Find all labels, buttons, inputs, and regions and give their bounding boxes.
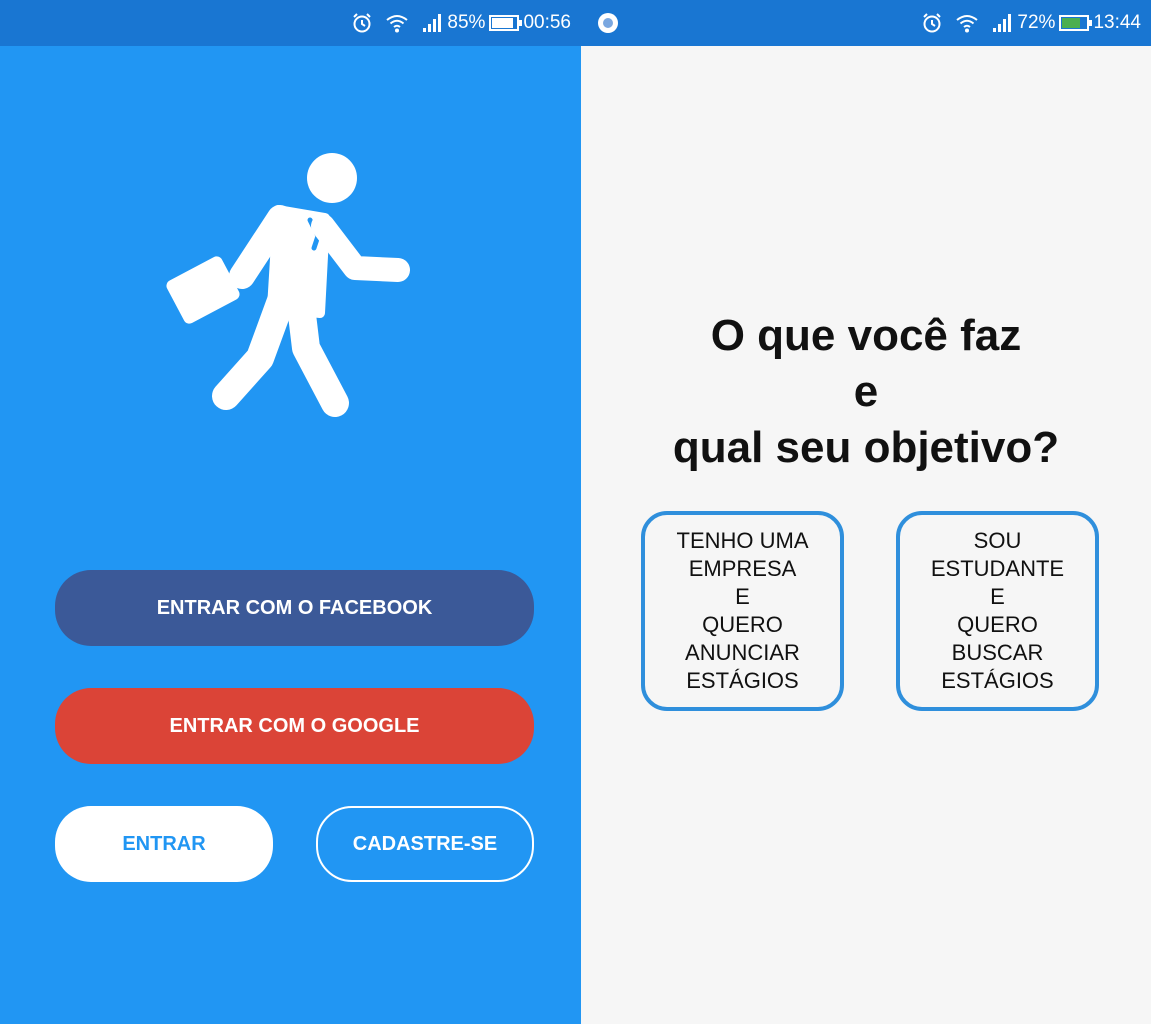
wifi-icon	[385, 12, 409, 34]
title-line-3: qual seu objetivo?	[672, 423, 1060, 472]
student-choice-button[interactable]: SOU ESTUDANTE E QUERO BUSCAR ESTÁGIOS	[896, 511, 1099, 711]
objective-screen: 72% 13:44 O que você faz e qual seu obje…	[581, 0, 1151, 1024]
battery-icon	[489, 15, 523, 31]
login-screen: 85% 00:56 ENTRAR COM O FACEBOOK ENTRAR C…	[0, 0, 581, 1024]
google-login-button[interactable]: ENTRAR COM O GOOGLE	[55, 688, 534, 764]
company-choice-button[interactable]: TENHO UMA EMPRESA E QUERO ANUNCIAR ESTÁG…	[641, 511, 844, 711]
status-time: 13:44	[1093, 12, 1141, 33]
student-choice-label: SOU ESTUDANTE E QUERO BUSCAR ESTÁGIOS	[930, 528, 1065, 693]
battery-charging-icon	[1059, 15, 1093, 31]
wifi-icon	[955, 12, 979, 34]
enter-button[interactable]: ENTRAR	[55, 806, 273, 882]
battery-percent: 85%	[447, 12, 486, 33]
status-bar: 72% 13:44	[581, 0, 1151, 46]
signup-button[interactable]: CADASTRE-SE	[316, 806, 534, 882]
signal-icon	[991, 14, 1013, 32]
battery-percent: 72%	[1017, 12, 1056, 33]
alarm-icon	[921, 12, 943, 34]
status-bar: 85% 00:56	[0, 0, 581, 46]
signal-icon	[421, 14, 443, 32]
running-businessman-icon	[166, 153, 410, 417]
company-choice-label: TENHO UMA EMPRESA E QUERO ANUNCIAR ESTÁG…	[676, 528, 809, 693]
page-title: O que você faz e qual seu objetivo?	[581, 308, 1151, 476]
title-line-2: e	[853, 367, 879, 416]
notification-dot-icon	[598, 13, 618, 33]
title-line-1: O que você faz	[710, 311, 1022, 360]
status-time: 00:56	[523, 12, 571, 33]
facebook-login-button[interactable]: ENTRAR COM O FACEBOOK	[55, 570, 534, 646]
alarm-icon	[351, 12, 373, 34]
